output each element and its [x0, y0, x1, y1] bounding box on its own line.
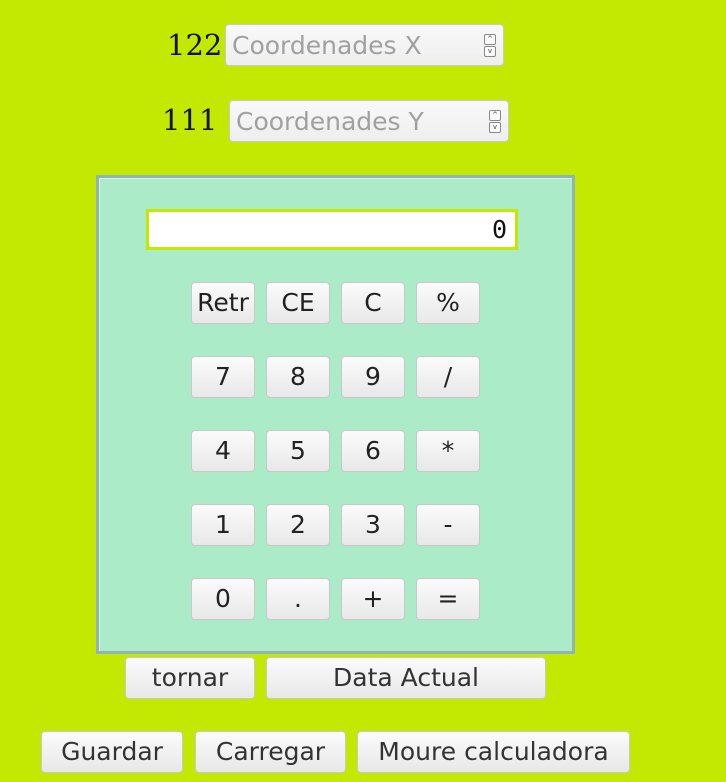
key-3[interactable]: 3	[341, 504, 405, 546]
key-7[interactable]: 7	[191, 356, 255, 398]
spinner-down-icon[interactable]: v	[484, 45, 496, 57]
spinner-down-icon[interactable]: v	[489, 121, 501, 133]
key-equals[interactable]: =	[416, 578, 480, 620]
key-0[interactable]: 0	[191, 578, 255, 620]
key-5[interactable]: 5	[266, 430, 330, 472]
guardar-button[interactable]: Guardar	[41, 731, 183, 773]
key-divide[interactable]: /	[416, 356, 480, 398]
key-backspace[interactable]: Retr	[191, 282, 255, 324]
key-subtract[interactable]: -	[416, 504, 480, 546]
coord-x-input[interactable]: Coordenades X ^ v	[225, 24, 504, 66]
coord-y-input[interactable]: Coordenades Y ^ v	[229, 100, 509, 142]
coord-y-placeholder: Coordenades Y	[236, 106, 424, 136]
coord-y-spinner[interactable]: ^ v	[489, 109, 501, 133]
coord-x-spinner[interactable]: ^ v	[484, 33, 496, 57]
key-decimal[interactable]: .	[266, 578, 330, 620]
key-clear-entry[interactable]: CE	[266, 282, 330, 324]
data-actual-button[interactable]: Data Actual	[266, 657, 546, 699]
key-1[interactable]: 1	[191, 504, 255, 546]
key-6[interactable]: 6	[341, 430, 405, 472]
coord-y-value: 111	[162, 103, 218, 137]
coord-x-placeholder: Coordenades X	[232, 30, 422, 60]
key-clear[interactable]: C	[341, 282, 405, 324]
spinner-up-icon[interactable]: ^	[489, 109, 501, 121]
key-percent[interactable]: %	[416, 282, 480, 324]
key-9[interactable]: 9	[341, 356, 405, 398]
tornar-button[interactable]: tornar	[125, 657, 255, 699]
calculator-display[interactable]: 0	[146, 209, 518, 250]
key-4[interactable]: 4	[191, 430, 255, 472]
key-2[interactable]: 2	[266, 504, 330, 546]
calculator-panel: 0 Retr CE C % 7 8 9 / 4 5 6 * 1 2 3 - 0 …	[96, 175, 575, 654]
moure-calculadora-button[interactable]: Moure calculadora	[357, 731, 630, 773]
coord-x-value: 122	[167, 28, 223, 62]
key-8[interactable]: 8	[266, 356, 330, 398]
carregar-button[interactable]: Carregar	[195, 731, 346, 773]
key-add[interactable]: +	[341, 578, 405, 620]
spinner-up-icon[interactable]: ^	[484, 33, 496, 45]
key-multiply[interactable]: *	[416, 430, 480, 472]
